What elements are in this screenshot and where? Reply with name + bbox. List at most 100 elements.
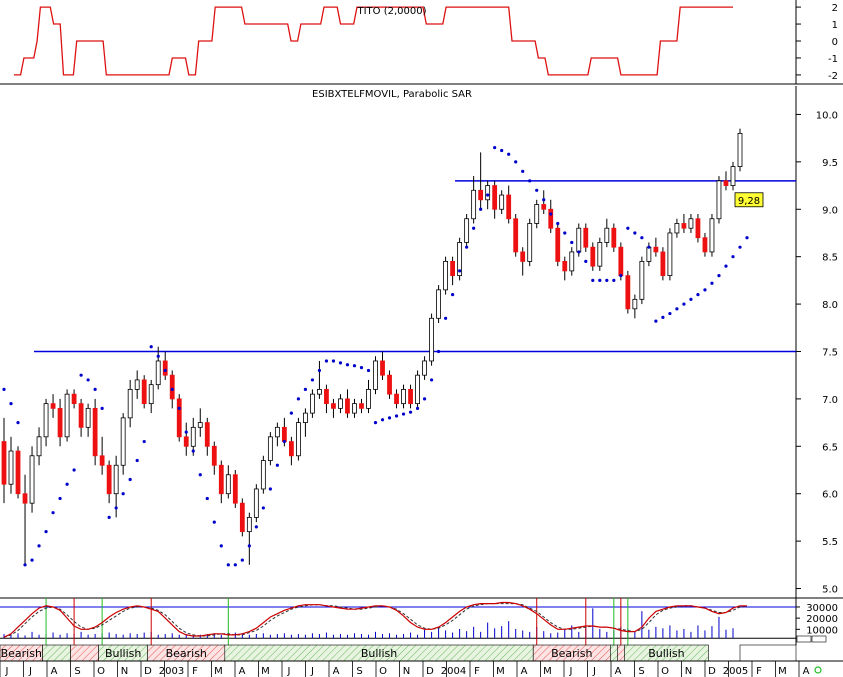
sar-dot <box>703 288 707 292</box>
candle-body <box>352 403 357 414</box>
x-axis-tick-label: J <box>5 666 9 677</box>
tito-y-tick-label: -1 <box>828 54 838 65</box>
candle-body <box>604 227 610 243</box>
tito-panel: TITO (2,0000) 2 1 0 -1 -2 <box>0 0 843 85</box>
sar-dot <box>233 563 237 567</box>
x-axis-tick-label: O <box>661 666 669 677</box>
sar-dot <box>324 359 329 363</box>
candle-body <box>499 194 505 210</box>
trend-band-label: Bearish <box>1 647 42 660</box>
x-axis-tick-label: A <box>239 666 246 677</box>
sar-dot <box>30 558 34 562</box>
tito-y-tick-label: 1 <box>832 20 838 31</box>
candle-body <box>225 474 231 495</box>
candle-body <box>632 298 638 310</box>
x-axis-tick-label: N <box>403 666 410 677</box>
price-y-tick-label: 10.0 <box>816 110 838 121</box>
candle-body <box>478 189 484 201</box>
sar-dot <box>289 411 293 415</box>
sar-dot <box>23 563 27 567</box>
price-y-tick-label: 8.5 <box>822 253 838 264</box>
sar-dot <box>633 231 637 235</box>
sar-dot <box>584 259 588 264</box>
candle-body <box>611 227 617 248</box>
x-axis-tick-label: M <box>261 666 270 677</box>
trend-band-bull <box>610 644 618 662</box>
candle-body <box>274 426 280 438</box>
candle-body <box>15 450 21 495</box>
stoch-y-tick-label: 20000 <box>806 614 838 625</box>
sar-dot <box>493 146 497 150</box>
sar-dot <box>177 406 181 410</box>
price-y-tick-label: 5.0 <box>822 585 838 596</box>
sar-dot <box>142 439 146 444</box>
sar-dot <box>254 525 258 529</box>
sar-dot <box>128 477 132 482</box>
x-axis-tick-label: A <box>615 666 622 677</box>
candle-body <box>534 204 540 224</box>
candle-body <box>618 246 624 277</box>
sar-dot <box>577 250 581 254</box>
sar-dot <box>107 515 111 520</box>
price-y-tick-label: 7.5 <box>822 347 838 358</box>
stoch-legend-box <box>811 635 827 643</box>
candle-body <box>85 407 91 428</box>
sar-dot <box>422 397 427 401</box>
x-axis-tick-label: J <box>310 666 314 677</box>
candle-body <box>295 422 301 457</box>
price-y-tick-label: 5.5 <box>822 537 838 548</box>
candle-body <box>541 204 547 210</box>
x-axis-tick-label: S <box>638 666 644 677</box>
candle-body <box>555 227 561 262</box>
sar-dot <box>598 278 602 282</box>
candle-body <box>443 261 449 291</box>
candle-body <box>590 246 596 267</box>
candle-body <box>422 360 427 376</box>
candle-body <box>78 403 84 428</box>
candle-body <box>527 223 533 262</box>
sar-dot <box>16 420 20 425</box>
x-axis-tick-label: 2004 <box>441 666 466 677</box>
tito-y-tick-label: 2 <box>832 3 838 14</box>
trend-band-bull <box>42 644 71 662</box>
candle-body <box>324 389 329 405</box>
x-axis-tick-label: M <box>496 666 505 677</box>
sar-dot <box>205 496 209 501</box>
x-axis-tick-label: M <box>214 666 223 677</box>
x-axis-tick-label: F <box>192 666 198 677</box>
x-axis-tick-label: O <box>97 666 105 677</box>
sar-dot <box>563 231 567 235</box>
sar-dot <box>465 245 469 249</box>
candle-body <box>29 455 35 504</box>
price-panel: ESIBXTELFMOVIL, Parabolic SAR 10.0 9.5 9.0 8… <box>0 86 843 598</box>
sar-dot <box>373 420 378 425</box>
sar-dot <box>51 511 55 515</box>
sar-dot <box>451 292 455 297</box>
sar-dot <box>675 307 679 311</box>
sar-dot <box>556 221 560 226</box>
sar-dot <box>9 402 13 406</box>
sar-dot <box>696 292 700 297</box>
sar-dot <box>444 316 448 320</box>
sar-dot <box>65 482 69 486</box>
price-y-tick-label: 6.5 <box>822 442 838 453</box>
sar-dot <box>114 506 118 510</box>
candle-body <box>310 393 315 414</box>
sar-dot <box>542 198 546 202</box>
x-axis-tick-label: J <box>569 666 573 677</box>
sar-dot <box>366 368 371 373</box>
candle-body <box>485 185 491 201</box>
candle-body <box>92 407 98 457</box>
sar-dot <box>619 274 623 278</box>
x-axis-tick-label: N <box>121 666 128 677</box>
sar-dot <box>296 397 300 401</box>
sar-dot <box>163 368 167 373</box>
price-y-tick-label: 6.0 <box>822 490 838 501</box>
sar-dot <box>394 414 399 418</box>
sar-dot <box>507 152 511 156</box>
price-title: ESIBXTELFMOVIL, Parabolic SAR <box>312 89 472 100</box>
candle-body <box>394 393 399 405</box>
x-axis-tick-label: D <box>426 666 434 677</box>
candle-body <box>211 445 217 466</box>
candle-body <box>197 422 203 428</box>
